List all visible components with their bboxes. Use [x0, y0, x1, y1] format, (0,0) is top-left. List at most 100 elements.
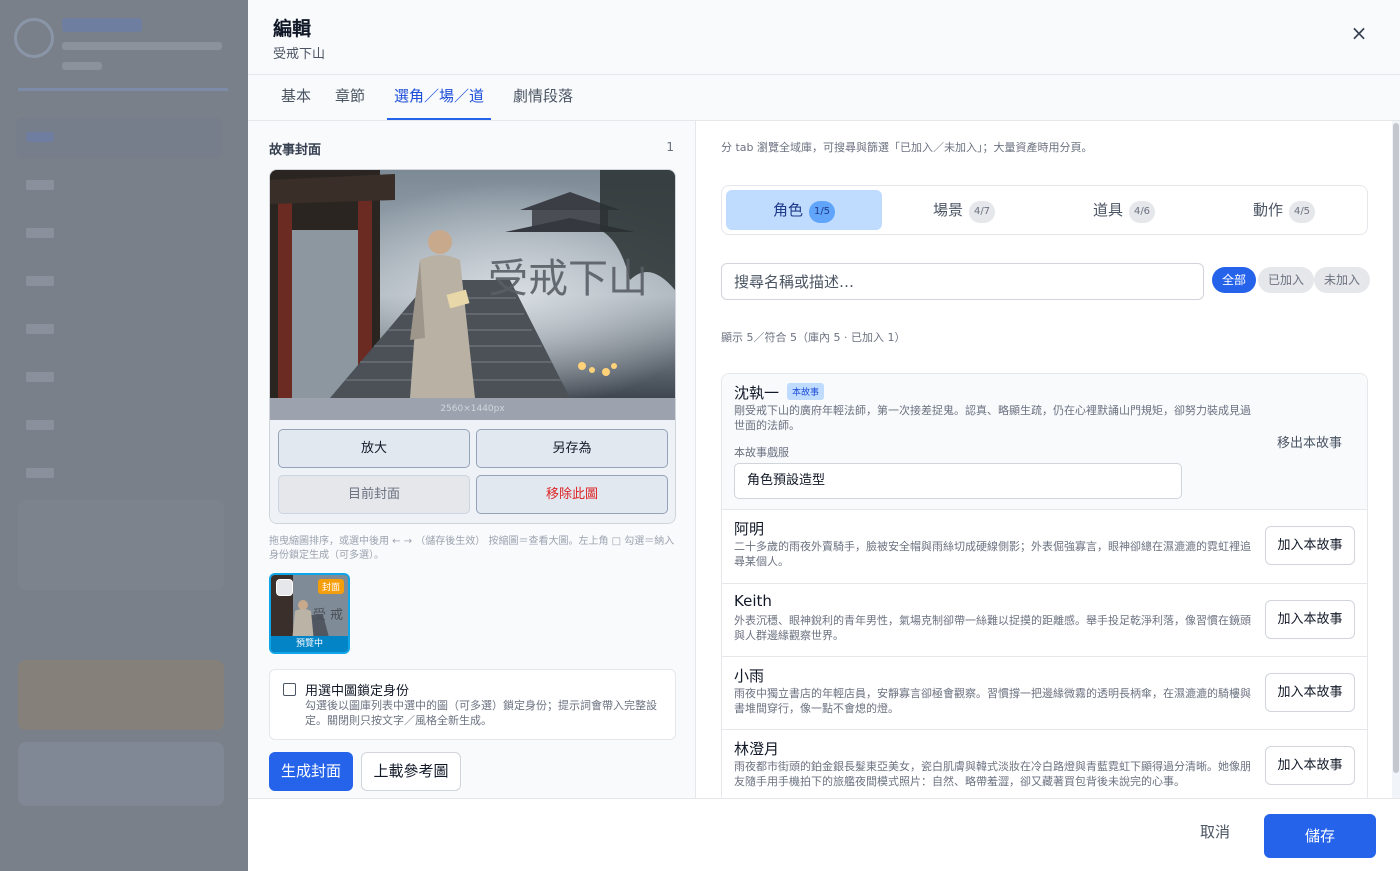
scrollbar-thumb[interactable] [1393, 123, 1399, 773]
cover-actions: 放大 另存為 目前封面 移除此圖 [270, 420, 675, 523]
assets-intro: 分 tab 瀏覽全域庫，可搜尋與篩選「已加入／未加入」；大量資產時用分頁。 [721, 141, 1093, 154]
add-to-story-button[interactable]: 加入本故事 [1265, 526, 1355, 565]
cover-section-title: 故事封面 [269, 143, 322, 158]
tab-cast-scene-props[interactable]: 選角／場／道具 [387, 75, 491, 147]
thumbnail-cover-badge: 封面 [317, 579, 344, 594]
background-nav-item [16, 454, 222, 494]
identity-lock-checkbox[interactable] [283, 683, 296, 696]
background-logo [14, 18, 54, 58]
edit-drawer: 編輯 受戒下山 × 基本 章節 選角／場／道具 劇情段落 故事封面 1 [248, 0, 1400, 871]
identity-lock-description: 勾選後以圖庫列表中選中的圖（可多選）鎖定身份；提示詞會帶入完整設定。關閉則只按文… [305, 699, 657, 727]
cover-hint: 拖曳縮圖排序，或選中後用 ← → （儲存後生效） 按縮圖＝查看大圖。左上角 □ … [269, 536, 675, 561]
close-icon[interactable]: × [1348, 22, 1370, 44]
assets-panel: 分 tab 瀏覽全域庫，可搜尋與篩選「已加入／未加入」；大量資產時用分頁。 角色… [697, 121, 1400, 798]
asset-tab-label: 動作 [1252, 201, 1283, 219]
character-description: 剛受戒下山的廣府年輕法師，第一次接差捉鬼。認真、略顯生疏，仍在心裡默誦山門規矩，… [734, 404, 1251, 432]
list-item: 沈執一 本故事 剛受戒下山的廣府年輕法師，第一次接差捉鬼。認真、略顯生疏，仍在心裡… [722, 374, 1367, 510]
background-nav-item [16, 214, 222, 254]
save-button[interactable]: 儲存 [1264, 814, 1376, 858]
zoom-button[interactable]: 放大 [278, 429, 470, 468]
asset-type-tabs: 角色 1/5 場景 4/7 道具 4/6 動作 4/5 [721, 185, 1368, 235]
asset-summary: 顯示 5／符合 5（庫內 5 · 已加入 1） [721, 331, 906, 344]
generate-cover-button[interactable]: 生成封面 [269, 752, 353, 791]
filter-all[interactable]: 全部 [1212, 267, 1257, 293]
character-name: 林澄月 [734, 740, 780, 758]
drawer-header: 編輯 受戒下山 × [248, 0, 1400, 75]
cover-image-title: 受戒下山 [488, 256, 648, 302]
character-list: 沈執一 本故事 剛受戒下山的廣府年輕法師，第一次接差捉鬼。認真、略顯生疏，仍在心裡… [721, 373, 1368, 798]
thumbnail-image-text: 受 戒 [313, 608, 343, 623]
list-item: Keith 外表沉穩、眼神銳利的青年男性，氣場克制卻帶一絲難以捉摸的距離感。舉手… [722, 584, 1367, 657]
background-title-placeholder [62, 18, 142, 32]
thumbnail-checkbox-icon[interactable] [276, 579, 293, 596]
background-card [18, 660, 224, 730]
background-subtitle-placeholder [62, 62, 102, 70]
remove-from-story-button[interactable]: 移出本故事 [1277, 432, 1342, 451]
character-name: 沈執一 [734, 384, 780, 402]
cancel-button[interactable]: 取消 [1200, 821, 1230, 842]
background-nav-item [16, 262, 222, 302]
filter-not-added[interactable]: 未加入 [1314, 267, 1371, 293]
character-description: 二十多歲的雨夜外賣騎手，臉被安全帽與雨絲切成硬線側影；外表倔強寡言，眼神卻總在濕… [734, 540, 1251, 568]
add-to-story-button[interactable]: 加入本故事 [1265, 673, 1355, 712]
remove-image-button[interactable]: 移除此圖 [476, 475, 668, 514]
asset-search-input[interactable] [721, 263, 1204, 300]
asset-tab-scenes[interactable]: 場景 4/7 [886, 190, 1042, 230]
filter-added[interactable]: 已加入 [1258, 267, 1315, 293]
asset-tab-count: 4/7 [969, 201, 995, 223]
list-item: 阿明 二十多歲的雨夜外賣騎手，臉被安全帽與雨絲切成硬線側影；外表倔強寡言，眼神卻… [722, 510, 1367, 584]
asset-tab-label: 道具 [1092, 201, 1123, 219]
character-name: Keith [734, 592, 772, 610]
drawer-subtitle: 受戒下山 [273, 47, 326, 62]
thumbnail-status: 預覽中 [271, 636, 348, 652]
background-subtitle-placeholder [62, 42, 222, 50]
background-nav-item [16, 118, 222, 158]
cover-card: 受戒下山 2560×1440px 放大 另存為 目前封面 移除此圖 [269, 169, 676, 524]
background-divider [18, 88, 228, 91]
character-description: 外表沉穩、眼神銳利的青年男性，氣場克制卻帶一絲難以捉摸的距離感。舉手投足乾淨利落… [734, 614, 1251, 642]
upload-reference-button[interactable]: 上載參考圖 [361, 752, 461, 791]
drawer-footer: 取消 儲存 [248, 798, 1400, 871]
add-to-story-button[interactable]: 加入本故事 [1265, 600, 1355, 639]
identity-lock-option: 用選中圖鎖定身份 勾選後以圖庫列表中選中的圖（可多選）鎖定身份；提示詞會帶入完整… [269, 669, 676, 740]
cover-dimensions: 2560×1440px [270, 398, 675, 420]
tab-chapters[interactable]: 章節 [335, 75, 365, 120]
tab-basic[interactable]: 基本 [281, 75, 311, 120]
drawer-title: 編輯 [273, 18, 312, 40]
asset-tab-count: 4/5 [1289, 201, 1315, 223]
character-description: 雨夜都市街頭的鉑金銀長髮東亞美女，瓷白肌膚與韓式淡妝在冷白路燈與青藍霓虹下顯得過… [734, 760, 1251, 788]
background-app-sidebar [0, 0, 248, 871]
save-as-button[interactable]: 另存為 [476, 429, 668, 468]
list-item: 小雨 雨夜中獨立書店的年輕店員，安靜寡言卻極會觀察。習慣撐一把邊緣微霧的透明長柄… [722, 657, 1367, 730]
drawer-tabs: 基本 章節 選角／場／道具 劇情段落 [248, 75, 1400, 147]
background-card [18, 500, 224, 590]
cover-thumbnail[interactable]: 受 戒 封面 預覽中 [269, 573, 350, 654]
asset-tab-count: 1/5 [809, 201, 835, 223]
background-nav-item [16, 166, 222, 206]
background-nav-item [16, 310, 222, 350]
current-cover-button[interactable]: 目前封面 [278, 475, 470, 514]
identity-lock-label: 用選中圖鎖定身份 [305, 684, 410, 699]
character-description: 雨夜中獨立書店的年輕店員，安靜寡言卻極會觀察。習慣撐一把邊緣微霧的透明長柄傘，在… [734, 687, 1251, 715]
background-card [18, 742, 224, 806]
character-name: 小雨 [734, 667, 765, 685]
asset-tab-props[interactable]: 道具 4/6 [1046, 190, 1202, 230]
background-nav-item [16, 406, 222, 446]
costume-select[interactable]: 角色預設造型 [734, 463, 1182, 499]
background-nav-item [16, 358, 222, 398]
asset-tab-label: 場景 [932, 201, 963, 219]
cover-panel: 故事封面 1 受戒下山 2560×1440px 放大 另存為 目前封面 移除此圖… [248, 121, 696, 798]
cover-count: 1 [666, 140, 674, 154]
character-name-row: 沈執一 本故事 [734, 382, 825, 403]
assets-scrollbar[interactable] [1392, 121, 1400, 798]
in-story-badge: 本故事 [787, 383, 825, 400]
tab-plot-segments[interactable]: 劇情段落 [513, 75, 573, 120]
list-item: 林澄月 雨夜都市街頭的鉑金銀長髮東亞美女，瓷白肌膚與韓式淡妝在冷白路燈與青藍霓虹… [722, 730, 1367, 798]
cover-image[interactable]: 受戒下山 [270, 170, 675, 398]
add-to-story-button[interactable]: 加入本故事 [1265, 746, 1355, 785]
asset-tab-characters[interactable]: 角色 1/5 [726, 190, 882, 230]
asset-tab-actions[interactable]: 動作 4/5 [1206, 190, 1362, 230]
asset-tab-count: 4/6 [1129, 201, 1155, 223]
asset-tab-label: 角色 [772, 201, 803, 219]
character-name: 阿明 [734, 520, 765, 538]
